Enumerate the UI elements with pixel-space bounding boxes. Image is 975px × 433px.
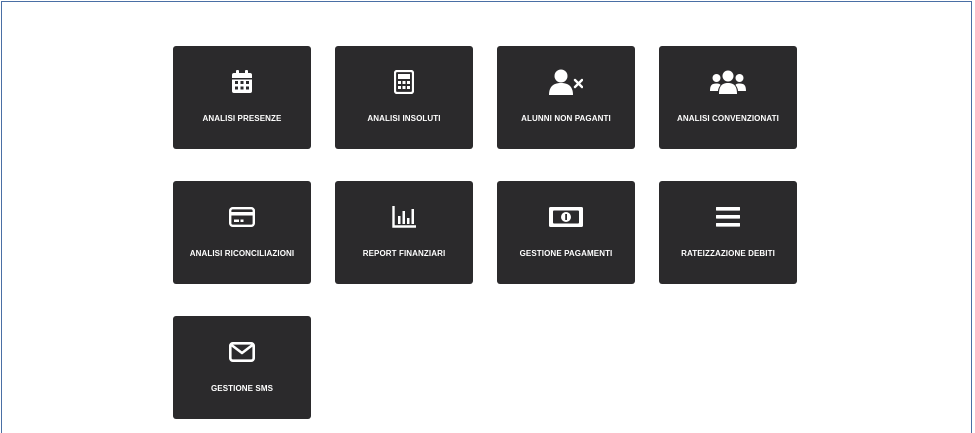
user-remove-icon xyxy=(497,68,635,96)
credit-card-icon xyxy=(173,203,311,231)
calendar-icon xyxy=(173,68,311,96)
tile-label: GESTIONE PAGAMENTI xyxy=(519,249,613,258)
users-group-icon xyxy=(659,68,797,96)
bar-chart-icon xyxy=(335,203,473,231)
calculator-icon xyxy=(335,68,473,96)
tile-analisi-presenze[interactable]: ANALISI PRESENZE xyxy=(173,46,311,149)
tile-gestione-sms[interactable]: GESTIONE SMS xyxy=(173,316,311,419)
list-bars-icon xyxy=(659,203,797,231)
tile-label: ANALISI CONVENZIONATI xyxy=(677,114,779,123)
tile-alunni-non-paganti[interactable]: ALUNNI NON PAGANTI xyxy=(497,46,635,149)
tile-analisi-convenzionati[interactable]: ANALISI CONVENZIONATI xyxy=(659,46,797,149)
tile-label: ANALISI INSOLUTI xyxy=(367,114,441,123)
tile-analisi-insoluti[interactable]: ANALISI INSOLUTI xyxy=(335,46,473,149)
tile-report-finanziari[interactable]: REPORT FINANZIARI xyxy=(335,181,473,284)
tile-analisi-riconciliazioni[interactable]: ANALISI RICONCILIAZIONI xyxy=(173,181,311,284)
dashboard-panel: ANALISI PRESENZE ANALISI INSOLUTI ALUNNI… xyxy=(1,1,972,433)
envelope-icon xyxy=(173,338,311,366)
money-bill-icon xyxy=(497,203,635,231)
tile-label: REPORT FINANZIARI xyxy=(362,249,446,258)
tile-label: ANALISI RICONCILIAZIONI xyxy=(189,249,295,258)
tile-label: ALUNNI NON PAGANTI xyxy=(521,114,611,123)
tile-label: RATEIZZAZIONE DEBITI xyxy=(681,249,775,258)
tile-label: GESTIONE SMS xyxy=(210,384,274,393)
tile-gestione-pagamenti[interactable]: GESTIONE PAGAMENTI xyxy=(497,181,635,284)
tile-rateizzazione-debiti[interactable]: RATEIZZAZIONE DEBITI xyxy=(659,181,797,284)
tile-label: ANALISI PRESENZE xyxy=(202,114,282,123)
